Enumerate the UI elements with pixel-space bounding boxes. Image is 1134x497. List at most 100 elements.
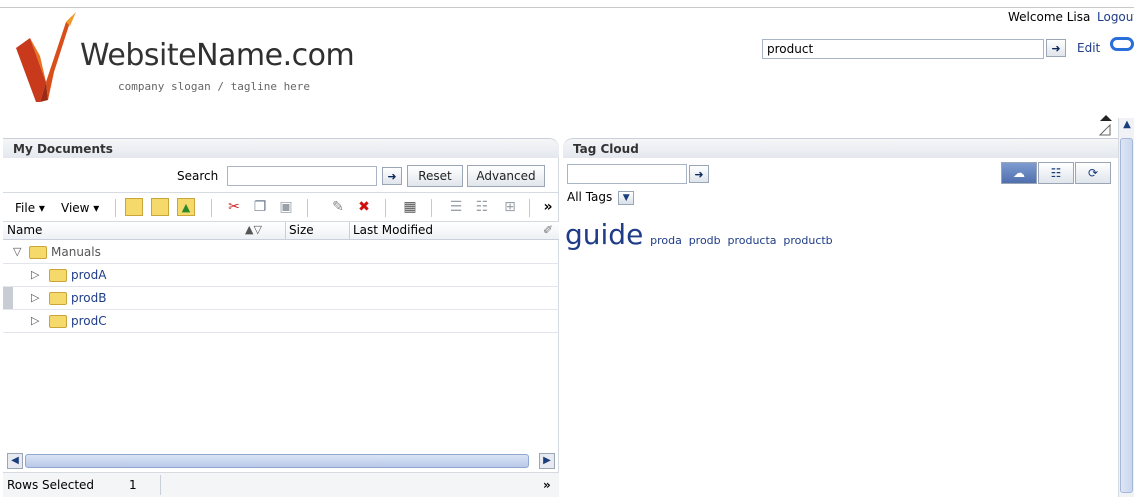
toolbar-separator <box>385 199 386 217</box>
reset-button[interactable]: Reset <box>407 165 463 187</box>
selection-marker <box>3 287 13 309</box>
properties-icon[interactable]: ▦ <box>401 198 419 216</box>
list-icon: ☷ <box>1050 166 1062 180</box>
rows-selected-count: 1 <box>129 478 137 492</box>
upload-icon[interactable]: ▲ <box>177 198 195 216</box>
edit-link[interactable]: Edit <box>1077 41 1100 55</box>
toolbar-separator <box>211 199 212 217</box>
advanced-button[interactable]: Advanced <box>467 165 545 187</box>
toolbar-separator <box>115 199 116 217</box>
status-more-button[interactable]: » <box>543 478 551 492</box>
resize-icon[interactable] <box>1098 123 1112 136</box>
column-divider <box>285 222 286 240</box>
toolbar-more-button[interactable]: » <box>539 198 557 216</box>
collapse-all-icon[interactable]: ☷ <box>473 198 491 216</box>
vertical-scrollbar[interactable]: ▲ <box>1118 118 1134 497</box>
toolbar-separator <box>431 199 432 217</box>
logo-tagline: company slogan / tagline here <box>118 80 311 93</box>
top-divider <box>0 7 1134 8</box>
new-folder-icon[interactable] <box>125 198 143 216</box>
documents-column-header: Name ▲▽ Size Last Modified ✐ <box>3 222 559 240</box>
toolbar-separator <box>307 199 308 217</box>
toolbar-separator <box>529 199 530 217</box>
site-logo[interactable]: WebsiteName.com company slogan / tagline… <box>10 12 360 104</box>
tree-row-label[interactable]: Manuals <box>51 245 101 259</box>
expand-all-icon[interactable]: ☰ <box>447 198 465 216</box>
column-size[interactable]: Size <box>289 223 314 237</box>
list-view-button[interactable]: ☷ <box>1038 162 1074 184</box>
tree-row-manuals[interactable]: ▽ Manuals <box>3 241 559 264</box>
horizontal-scrollbar[interactable]: ◀ ▶ <box>3 453 559 469</box>
column-divider <box>349 222 350 240</box>
column-last-modified[interactable]: Last Modified <box>353 223 433 237</box>
tag-link[interactable]: producta <box>727 234 776 247</box>
tag-cloud-panel: ➜ All Tags ▼ ☁ ☷ ⟳ guide proda prodb prod… <box>563 158 1118 497</box>
sort-icon[interactable]: ▲▽ <box>245 223 262 236</box>
file-menu[interactable]: File ▾ <box>15 201 45 215</box>
delete-icon[interactable]: ✖ <box>355 198 373 216</box>
tree-row-label[interactable]: prodB <box>71 291 106 305</box>
arrow-right-icon: ➜ <box>1051 41 1061 55</box>
logo-wordmark: WebsiteName.com <box>80 38 355 73</box>
documents-search-input[interactable] <box>227 166 377 186</box>
tree-row-label[interactable]: prodC <box>71 314 107 328</box>
tag-search-go-button[interactable]: ➜ <box>689 165 709 183</box>
tag-cloud-title: Tag Cloud <box>573 142 639 156</box>
expand-triangle-icon[interactable]: ▷ <box>31 314 39 327</box>
oracle-logo-icon <box>1110 37 1134 51</box>
documents-search-go-button[interactable]: ➜ <box>382 167 402 185</box>
tag-filter-select[interactable]: All Tags ▼ <box>567 190 635 205</box>
my-documents-panel: Search ➜ Reset Advanced File ▾ View ▾ ▲ … <box>3 158 559 497</box>
my-documents-title: My Documents <box>13 142 113 156</box>
my-documents-header: My Documents <box>3 138 559 158</box>
welcome-text: Welcome Lisa <box>1008 10 1091 24</box>
tree-row-proda[interactable]: ▷ prodA <box>3 264 559 287</box>
documents-search-bar: Search ➜ Reset Advanced <box>3 162 559 188</box>
scroll-up-icon[interactable]: ▲ <box>1120 118 1134 132</box>
copy-icon[interactable]: ❐ <box>251 198 269 216</box>
column-name[interactable]: Name <box>7 223 42 237</box>
attachment-icon: ✐ <box>543 223 554 237</box>
tag-search-input[interactable] <box>567 164 687 184</box>
triangle-up-icon <box>1100 115 1112 121</box>
logout-link[interactable]: Logout <box>1097 10 1134 24</box>
arrow-right-icon: ➜ <box>694 167 704 181</box>
paste-icon[interactable]: ▣ <box>277 198 295 216</box>
tree-row-prodb[interactable]: ▷ prodB <box>3 287 559 310</box>
tree-row-prodc[interactable]: ▷ prodC <box>3 310 559 333</box>
scroll-left-icon[interactable]: ◀ <box>7 453 23 469</box>
tree-row-label[interactable]: prodA <box>71 268 106 282</box>
tag-link[interactable]: guide <box>565 218 643 251</box>
expand-triangle-icon[interactable]: ▷ <box>31 291 39 304</box>
view-menu[interactable]: View ▾ <box>61 201 99 215</box>
collapse-triangle-icon[interactable]: ▽ <box>13 245 21 258</box>
scroll-thumb[interactable] <box>25 454 529 468</box>
tag-cloud-header: Tag Cloud <box>563 138 1118 158</box>
documents-toolbar: File ▾ View ▾ ▲ ✂ ❐ ▣ ✎ ✖ ▦ ☰ ☷ ⊞ » <box>3 192 559 222</box>
folder-icon <box>49 269 67 282</box>
rows-selected-label: Rows Selected <box>7 478 95 492</box>
hierarchy-icon[interactable]: ⊞ <box>501 198 519 216</box>
cloud-view-button[interactable]: ☁ <box>1001 162 1037 184</box>
cloud-icon: ☁ <box>1013 166 1025 180</box>
folder-icon <box>49 315 67 328</box>
scroll-thumb[interactable] <box>1120 138 1133 493</box>
tag-cloud-list: guide proda prodb producta productb <box>565 218 833 251</box>
tag-link[interactable]: prodb <box>689 234 721 247</box>
cut-icon[interactable]: ✂ <box>225 198 243 216</box>
search-label: Search <box>177 169 219 183</box>
edit-pencil-icon[interactable]: ✎ <box>329 198 347 216</box>
tag-link[interactable]: productb <box>783 234 832 247</box>
tag-link[interactable]: proda <box>650 234 682 247</box>
scroll-right-icon[interactable]: ▶ <box>539 453 555 469</box>
new-document-icon[interactable] <box>151 198 169 216</box>
global-search-input[interactable] <box>762 39 1044 59</box>
folder-icon <box>29 246 47 259</box>
global-search-go-button[interactable]: ➜ <box>1046 39 1066 57</box>
refresh-view-button[interactable]: ⟳ <box>1075 162 1111 184</box>
collapse-header-button[interactable] <box>1096 112 1116 122</box>
expand-triangle-icon[interactable]: ▷ <box>31 268 39 281</box>
refresh-icon: ⟳ <box>1087 166 1099 180</box>
folder-icon <box>49 292 67 305</box>
status-bar: Rows Selected 1 » <box>3 472 559 497</box>
